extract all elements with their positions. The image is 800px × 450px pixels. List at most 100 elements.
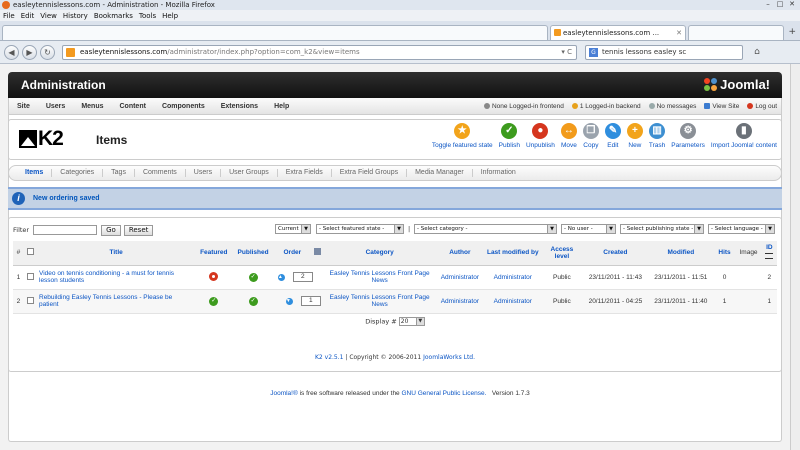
author-link[interactable]: Administrator — [435, 289, 485, 314]
row-checkbox[interactable] — [26, 272, 34, 280]
category-select[interactable]: - Select category - ▼ — [414, 224, 557, 234]
order-up-icon[interactable]: ▲ — [277, 273, 285, 281]
check-all-checkbox[interactable] — [26, 248, 34, 256]
row-checkbox[interactable] — [26, 296, 34, 304]
col-featured[interactable]: Featured — [195, 241, 233, 266]
menu-content[interactable]: Content — [111, 103, 153, 110]
col-author[interactable]: Author — [435, 241, 485, 266]
import-button[interactable]: ▮ Import Joomla! content — [711, 123, 777, 149]
gpl-link[interactable]: GNU General Public License. — [402, 390, 487, 397]
featured-icon[interactable]: ✓ — [209, 296, 219, 306]
subnav-tags[interactable]: Tags — [103, 169, 135, 177]
col-id[interactable]: ID — [761, 241, 777, 266]
subnav-extra-fields[interactable]: Extra Fields — [278, 169, 332, 177]
menu-components[interactable]: Components — [154, 103, 213, 110]
tab-active[interactable]: easleytennislessons.com ... ✕ — [550, 25, 686, 40]
subnav-user-groups[interactable]: User Groups — [221, 169, 278, 177]
col-published[interactable]: Published — [232, 241, 274, 266]
status-messages[interactable]: No messages — [648, 103, 696, 110]
k2-version-link[interactable]: K2 v2.5.1 — [315, 354, 343, 361]
subnav-information[interactable]: Information — [473, 169, 524, 177]
col-created[interactable]: Created — [582, 241, 649, 266]
menu-history[interactable]: History — [63, 12, 88, 20]
current-select[interactable]: Current ▼ — [275, 224, 311, 234]
menu-edit[interactable]: Edit — [21, 12, 35, 20]
menu-menus[interactable]: Menus — [73, 103, 111, 110]
menu-help[interactable]: Help — [162, 12, 178, 20]
subnav-categories[interactable]: Categories — [52, 169, 104, 177]
menu-tools[interactable]: Tools — [139, 12, 156, 20]
published-icon[interactable]: ✓ — [248, 272, 258, 282]
unpublish-button[interactable]: ● Unpublish — [526, 123, 555, 149]
modified-by-link[interactable]: Administrator — [484, 289, 542, 314]
close-icon[interactable]: ✕ — [786, 0, 798, 9]
item-title-link[interactable]: Rebuilding Easley Tennis Lessons - Pleas… — [37, 289, 196, 314]
page-scrollbar[interactable] — [790, 64, 800, 450]
display-limit-select[interactable]: 20 ▼ — [398, 316, 425, 326]
forward-icon[interactable]: ▶ — [22, 44, 37, 60]
star-button[interactable]: ★ Toggle featured state — [432, 123, 493, 149]
move-button[interactable]: ↔ Move — [560, 123, 577, 149]
order-input[interactable]: 2 — [292, 272, 313, 282]
not-featured-icon[interactable] — [209, 271, 219, 281]
modified-by-link[interactable]: Administrator — [484, 265, 542, 290]
save-order-icon[interactable] — [313, 248, 321, 256]
joomla-link[interactable]: Joomla!® — [270, 390, 298, 397]
col-access[interactable]: Access level — [541, 241, 583, 266]
col-last-modified-by[interactable]: Last modified by — [484, 241, 542, 266]
tab-blank[interactable] — [2, 25, 548, 40]
col-category[interactable]: Category — [324, 241, 436, 266]
minimize-icon[interactable]: – — [762, 0, 774, 9]
tab-close-icon[interactable]: ✕ — [676, 26, 682, 40]
published-icon[interactable]: ✓ — [248, 296, 258, 306]
menu-users[interactable]: Users — [38, 103, 73, 110]
menu-file[interactable]: File — [3, 12, 15, 20]
joomlaworks-link[interactable]: JoomlaWorks Ltd. — [423, 354, 475, 361]
col-title[interactable]: Title — [37, 241, 196, 266]
item-title-link[interactable]: Video on tennis conditioning - a must fo… — [37, 265, 196, 290]
logout-link[interactable]: Log out — [747, 103, 777, 110]
reload-icon[interactable]: ↻ — [40, 44, 55, 60]
menu-bookmarks[interactable]: Bookmarks — [94, 12, 133, 20]
go-button[interactable]: Go — [101, 224, 121, 236]
category-link[interactable]: Easley Tennis Lessons Front Page News — [324, 265, 436, 290]
order-down-icon[interactable]: ▼ — [285, 297, 293, 305]
col-order[interactable]: Order — [273, 241, 311, 266]
subnav-items[interactable]: Items — [17, 169, 53, 177]
subnav-media-manager[interactable]: Media Manager — [407, 169, 473, 177]
subnav-comments[interactable]: Comments — [135, 169, 186, 177]
maximize-icon[interactable]: □ — [774, 0, 786, 9]
featured-select[interactable]: - Select featured state - ▼ — [316, 224, 404, 234]
back-icon[interactable]: ◀ — [4, 44, 19, 60]
publish-button[interactable]: ✓ Publish — [499, 123, 520, 149]
items-panel: Filter Go Reset Current ▼ - Select featur… — [8, 217, 782, 372]
publishing-select[interactable]: - Select publishing state - ▼ — [620, 224, 704, 234]
url-dropdown-icon[interactable]: ▾ C — [561, 48, 572, 56]
order-input[interactable]: 1 — [300, 296, 321, 306]
filter-input[interactable] — [33, 225, 98, 235]
menu-site[interactable]: Site — [9, 103, 38, 110]
language-select[interactable]: - Select language - ▼ — [708, 224, 775, 234]
menu-view[interactable]: View — [40, 12, 57, 20]
subnav-extra-field-groups[interactable]: Extra Field Groups — [332, 169, 408, 177]
new-tab-icon[interactable]: + — [788, 27, 796, 37]
col-modified[interactable]: Modified — [648, 241, 714, 266]
home-icon[interactable]: ⌂ — [749, 45, 765, 60]
trash-button[interactable]: ▥ Trash — [649, 123, 665, 149]
url-bar[interactable]: easleytennislessons.com/administrator/in… — [62, 44, 577, 60]
parameters-button[interactable]: ⚙ Parameters — [671, 123, 705, 149]
category-link[interactable]: Easley Tennis Lessons Front Page News — [324, 289, 436, 314]
reset-button[interactable]: Reset — [123, 224, 154, 236]
search-bar[interactable]: G tennis lessons easley sc — [585, 44, 743, 60]
copy-button[interactable]: ❐ Copy — [582, 123, 599, 149]
col-hits[interactable]: Hits — [713, 241, 736, 266]
subnav-users[interactable]: Users — [186, 169, 222, 177]
menu-help-admin[interactable]: Help — [266, 103, 297, 110]
new-button[interactable]: + New — [626, 123, 643, 149]
author-link[interactable]: Administrator — [435, 265, 485, 290]
menu-extensions[interactable]: Extensions — [213, 103, 266, 110]
edit-button[interactable]: ✎ Edit — [604, 123, 621, 149]
tab-blank-2[interactable] — [688, 25, 784, 40]
view-site-link[interactable]: View Site — [704, 103, 739, 110]
user-select[interactable]: - No user - ▼ — [561, 224, 616, 234]
